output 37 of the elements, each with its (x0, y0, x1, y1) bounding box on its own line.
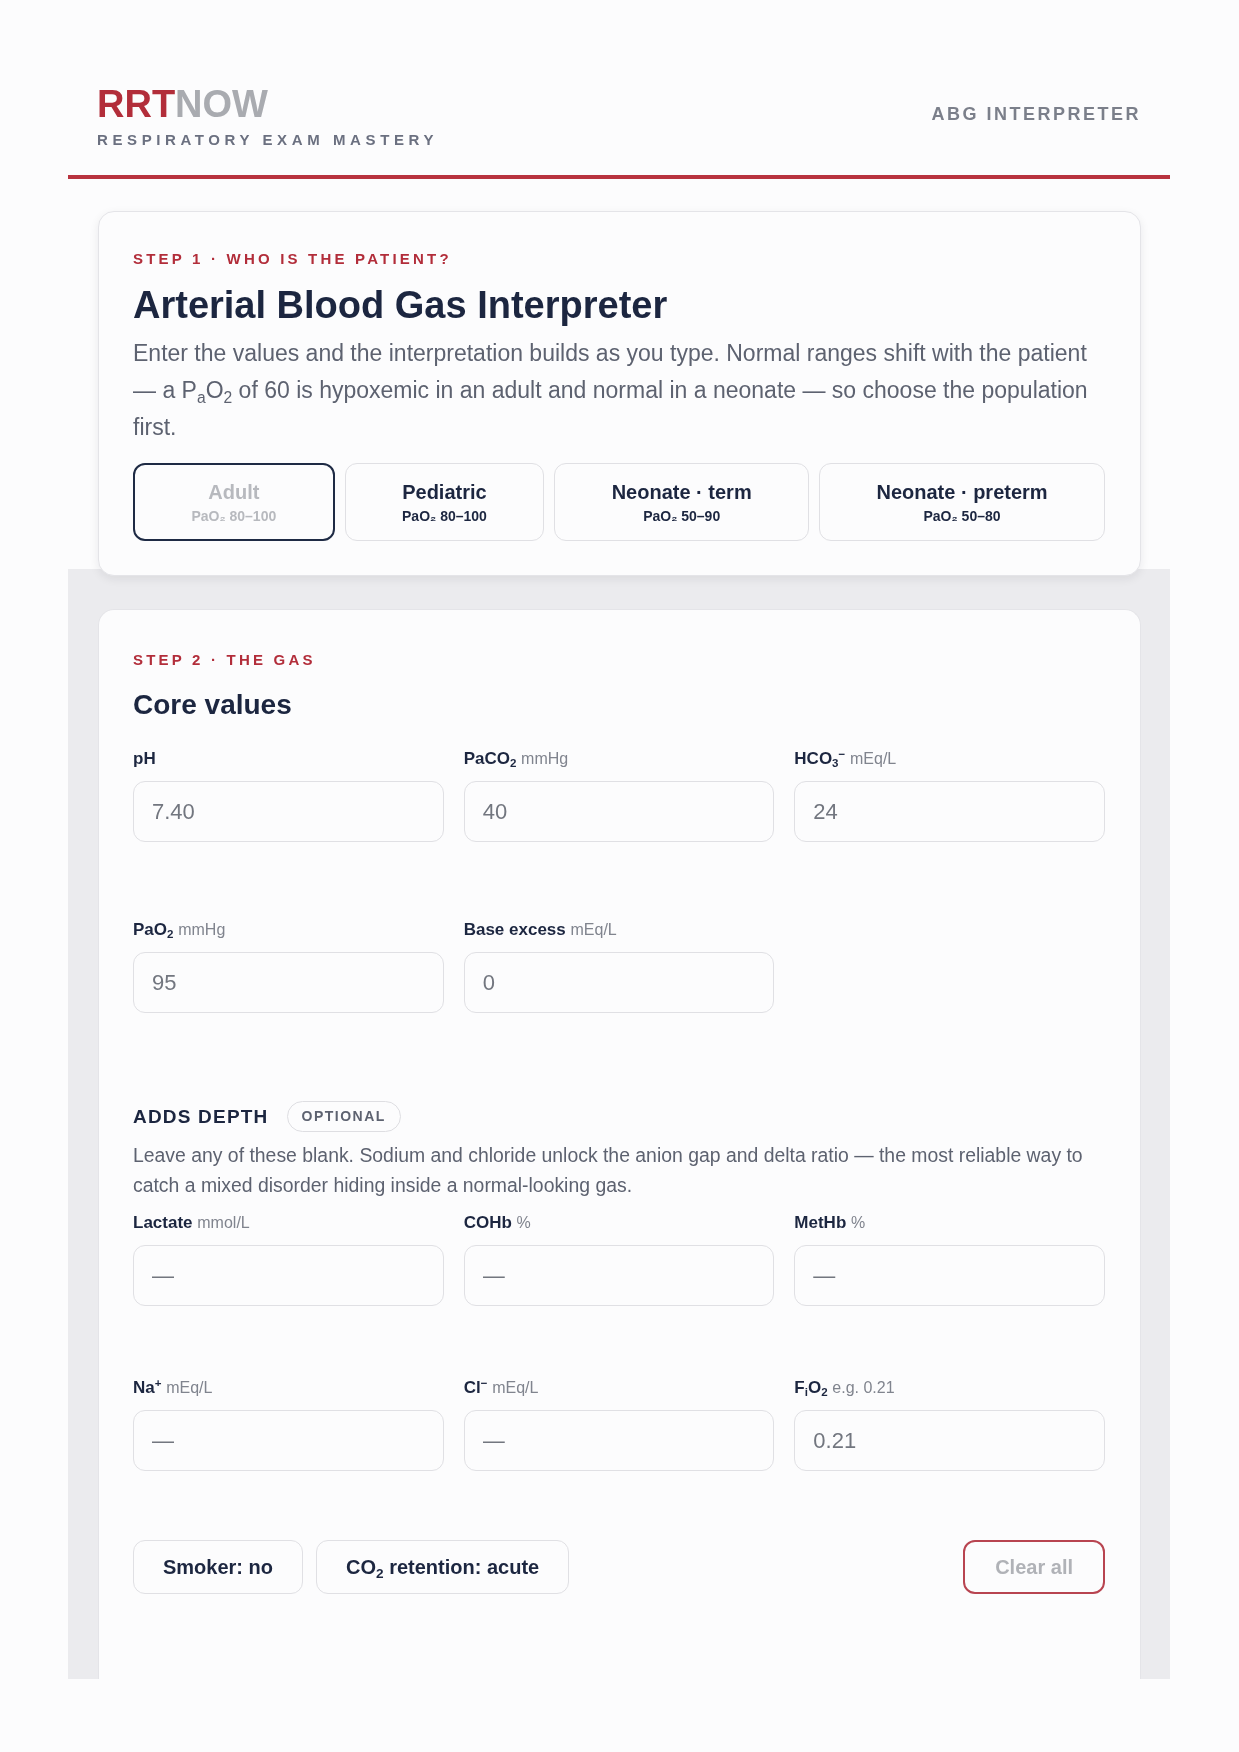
field-label: COHb % (463, 1213, 532, 1233)
field-label: PaCO$_{2}$ mmHg (463, 749, 570, 769)
field-label: Cl$^{−}$ mEq/L (463, 1378, 540, 1398)
input-field[interactable]: 0 (463, 952, 775, 1013)
brand-tagline: RESPIRATORY EXAM MASTERY (97, 131, 438, 149)
input-field[interactable]: — (133, 1410, 444, 1471)
brand-logo: RRTNOW (97, 85, 269, 123)
field-label: MetHb % (794, 1213, 867, 1233)
field-label: HCO$_{3}$$^{−}$ mEq/L (794, 749, 898, 769)
field-label: Lactate mmol/L (133, 1213, 251, 1233)
section-note: Leave any of these blank. Sodium and chloride unlock the anion gap and delta ratio — the most reliable way to catch a mixed disorder hiding inside a normal-looking gas. (133, 1143, 1084, 1198)
step-label: STEP 2 · THE GAS (133, 651, 317, 669)
field-label: F$_{i}$O$_{2}$ e.g. 0.21 (794, 1378, 896, 1398)
input-field[interactable]: — (463, 1245, 775, 1306)
input-field[interactable]: 95 (133, 952, 444, 1013)
section-label: ABG INTERPRETER (931, 104, 1141, 125)
toggle-button[interactable]: Smoker: no (133, 1540, 304, 1594)
step-label: STEP 1 · WHO IS THE PATIENT? (133, 250, 453, 268)
section-title: Core values (133, 688, 293, 722)
population-button[interactable]: Pediatric PaO₂ 80–100 (344, 463, 545, 541)
intro-text: Enter the values and the interpretation builds as you type. Normal ranges shift with the patient — a P$_{a}$O$_{2}$ of 60 is hypoxemic in an adult and normal in a neonate — so choose the population first. (133, 339, 1089, 442)
population-button[interactable]: Neonate · preterm PaO₂ 50–80 (819, 463, 1105, 541)
field-label: pH (133, 749, 157, 769)
input-field[interactable]: — (133, 1245, 444, 1306)
input-field[interactable]: — (794, 1245, 1105, 1306)
input-field[interactable]: 0.21 (794, 1410, 1105, 1471)
field-label: Na$^{+}$ mEq/L (133, 1378, 214, 1398)
field-label: Base excess mEq/L (463, 920, 618, 940)
toggle-button[interactable]: CO$_{2}$ retention: acute (316, 1540, 570, 1594)
input-field[interactable]: 24 (794, 781, 1105, 842)
page-title: Arterial Blood Gas Interpreter (133, 283, 669, 327)
field-label: PaO$_{2}$ mmHg (133, 920, 227, 940)
input-field[interactable]: 40 (463, 781, 775, 842)
input-field[interactable]: 7.40 (133, 781, 444, 842)
population-button[interactable]: Neonate · term PaO₂ 50–90 (554, 463, 810, 541)
input-field[interactable]: — (463, 1410, 775, 1471)
section-title: ADDS DEPTH (133, 1105, 269, 1128)
